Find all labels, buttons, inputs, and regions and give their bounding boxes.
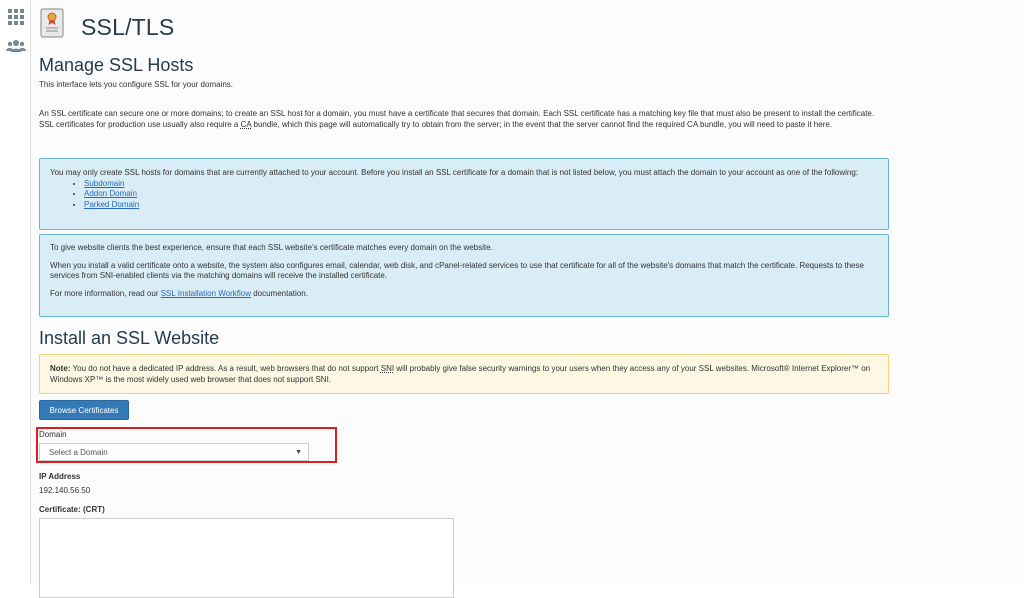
attach-domain-text: You may only create SSL hosts for domain… (50, 168, 859, 177)
install-ssl-title: Install an SSL Website (39, 328, 220, 348)
attach-domain-info-box: You may only create SSL hosts for domain… (39, 158, 889, 230)
sni-info-para1: To give website clients the best experie… (50, 243, 493, 252)
list-item: Subdomain (84, 179, 878, 190)
users-icon[interactable] (6, 37, 26, 55)
manage-subtitle: This interface lets you configure SSL fo… (39, 80, 234, 89)
documentation-text: documentation. (250, 288, 308, 298)
domain-select-value: Select a Domain (49, 448, 108, 457)
parked-domain-link[interactable]: Parked Domain (84, 200, 139, 209)
browse-certificates-button[interactable]: Browse Certificates (39, 400, 129, 420)
addon-domain-link[interactable]: Addon Domain (84, 189, 137, 198)
domain-type-list: Subdomain Addon Domain Parked Domain (50, 179, 878, 211)
certificate-label: Certificate: (CRT) (39, 505, 105, 514)
page-title: SSL/TLS (81, 14, 175, 40)
sni-info-box: To give website clients the best experie… (39, 234, 889, 317)
sni-info-para3: For more information, read our SSL Insta… (50, 289, 878, 300)
list-item: Parked Domain (84, 200, 878, 211)
sidebar (0, 0, 31, 585)
sni-abbreviation: SNI (380, 364, 395, 373)
sni-info-para2: When you install a valid certificate ont… (50, 260, 864, 281)
domain-label: Domain (39, 430, 67, 439)
note-text-1: You do not have a dedicated IP address. … (70, 364, 381, 373)
ssl-certificate-icon (40, 8, 64, 38)
list-item: Addon Domain (84, 189, 878, 200)
description-text-2: bundle, which this page will automatical… (251, 119, 833, 129)
more-info-text: For more information, read our (50, 288, 161, 298)
ssl-installation-workflow-link[interactable]: SSL Installation Workflow (161, 289, 251, 298)
ca-abbreviation: CA (240, 119, 252, 129)
domain-select[interactable]: Select a Domain ▼ (39, 443, 309, 461)
dedicated-ip-note: Note: You do not have a dedicated IP add… (39, 354, 889, 394)
certificate-textarea[interactable] (39, 518, 454, 598)
manage-description: An SSL certificate can secure one or mor… (39, 109, 884, 130)
manage-ssl-title: Manage SSL Hosts (39, 55, 194, 75)
chevron-down-icon: ▼ (295, 449, 302, 456)
note-label: Note: (50, 364, 71, 373)
subdomain-link[interactable]: Subdomain (84, 179, 124, 188)
grid-icon[interactable] (7, 8, 25, 26)
main-content: SSL/TLS Manage SSL Hosts This interface … (31, 0, 1024, 598)
ip-address-value: 192.140.56.50 (39, 486, 91, 495)
ip-address-label: IP Address (39, 472, 81, 481)
